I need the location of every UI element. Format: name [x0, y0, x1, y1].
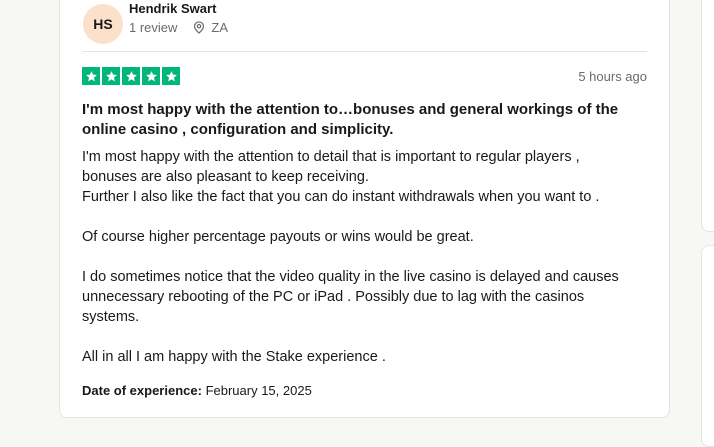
review-posted-date: 5 hours ago — [578, 69, 647, 84]
date-of-experience-label: Date of experience: — [82, 383, 202, 398]
date-of-experience-value: February 15, 2025 — [205, 383, 312, 398]
location-pin-icon — [194, 21, 205, 34]
star-icon — [82, 67, 100, 85]
review-card: HS Hendrik Swart 1 review ZA 5 hours ago… — [59, 0, 670, 418]
review-paragraph: All in all I am happy with the Stake exp… — [82, 349, 386, 365]
adjacent-card — [701, 0, 714, 232]
review-paragraph: I'm most happy with the attention to det… — [82, 149, 600, 205]
divider — [82, 51, 647, 52]
review-title[interactable]: I'm most happy with the attention to…bon… — [82, 100, 642, 140]
star-rating — [82, 67, 180, 85]
review-paragraph: I do sometimes notice that the video qua… — [82, 269, 619, 325]
adjacent-card — [701, 245, 714, 447]
review-paragraph: Of course higher percentage payouts or w… — [82, 229, 474, 245]
star-icon — [102, 67, 120, 85]
star-icon — [142, 67, 160, 85]
review-body: I'm most happy with the attention to det… — [82, 147, 642, 367]
reviewer-country: ZA — [211, 20, 229, 35]
star-icon — [162, 67, 180, 85]
reviewer-name[interactable]: Hendrik Swart — [129, 1, 216, 16]
star-icon — [122, 67, 140, 85]
avatar[interactable]: HS — [83, 4, 123, 44]
reviewer-meta: 1 review ZA — [129, 20, 228, 35]
date-of-experience: Date of experience: February 15, 2025 — [82, 383, 312, 398]
review-count: 1 review — [129, 20, 178, 35]
